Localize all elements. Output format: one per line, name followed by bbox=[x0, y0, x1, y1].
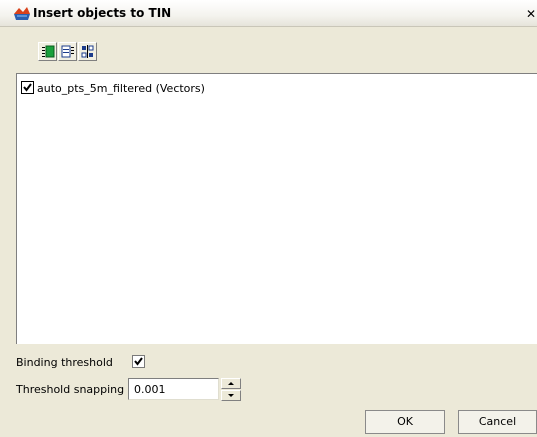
checkmark-icon bbox=[134, 357, 143, 366]
deselect-all-icon bbox=[61, 45, 74, 58]
invert-selection-icon bbox=[81, 45, 94, 58]
binding-threshold-label: Binding threshold bbox=[16, 356, 113, 369]
list-item[interactable]: auto_pts_5m_filtered (Vectors) bbox=[21, 81, 205, 95]
ok-button[interactable]: OK bbox=[365, 410, 445, 434]
select-all-icon bbox=[42, 45, 55, 58]
list-item-checkbox[interactable] bbox=[21, 81, 34, 94]
app-icon bbox=[14, 7, 30, 20]
binding-threshold-checkbox[interactable] bbox=[132, 355, 145, 368]
deselect-all-button[interactable] bbox=[58, 42, 77, 61]
window-title: Insert objects to TIN bbox=[33, 6, 172, 20]
spin-up-button[interactable] bbox=[221, 378, 241, 389]
close-icon[interactable]: ✕ bbox=[526, 8, 537, 20]
cancel-button[interactable]: Cancel bbox=[458, 410, 537, 434]
threshold-snapping-label: Threshold snapping bbox=[16, 383, 125, 396]
arrow-down-icon bbox=[228, 394, 234, 397]
title-bar[interactable]: Insert objects to TIN ✕ bbox=[0, 0, 537, 27]
threshold-snapping-input[interactable]: 0.001 bbox=[128, 378, 219, 400]
arrow-up-icon bbox=[228, 382, 234, 385]
select-all-button[interactable] bbox=[38, 42, 57, 61]
checkmark-icon bbox=[23, 83, 32, 92]
objects-list[interactable]: auto_pts_5m_filtered (Vectors) bbox=[16, 73, 537, 344]
spin-down-button[interactable] bbox=[221, 390, 241, 401]
invert-selection-button[interactable] bbox=[78, 42, 97, 61]
list-item-label: auto_pts_5m_filtered (Vectors) bbox=[37, 82, 205, 95]
